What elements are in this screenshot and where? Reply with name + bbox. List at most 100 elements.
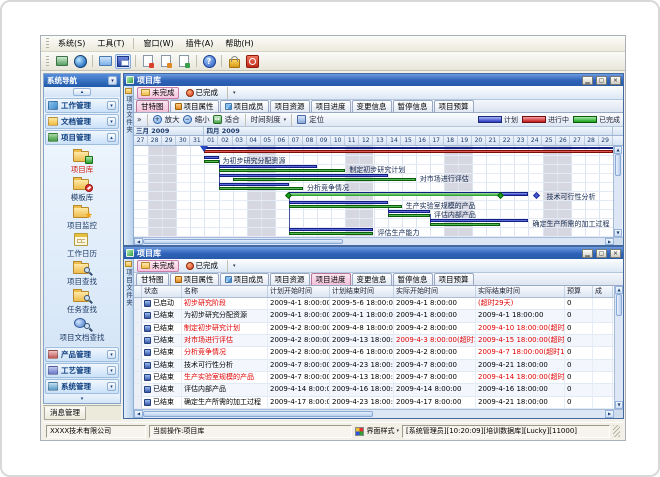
scroll-up-button[interactable]: ▲	[614, 146, 622, 154]
group-chevron-icon[interactable]: ▾	[107, 117, 116, 126]
top-close-button[interactable]: ×	[610, 76, 621, 85]
top-unfinished-filter-button[interactable]: 未完成	[137, 87, 179, 99]
gantt-complete-bar-7[interactable]	[388, 214, 430, 217]
bottom-minimize-button[interactable]: ▁	[582, 249, 593, 258]
sidebar-item-project-monitor[interactable]: ★项目监控	[67, 204, 97, 231]
project-folder-strip[interactable]: 项目文件夹	[124, 259, 134, 418]
sidebar-item-work-calendar[interactable]: 工作日历	[67, 232, 97, 259]
top-tab-2[interactable]: 项目属性	[170, 100, 219, 112]
sidebar-group-project[interactable]: 项目管理▴	[45, 130, 119, 145]
zoom-in-button[interactable]: 放大	[165, 114, 180, 125]
table-row-1[interactable]: 已启动初步研究阶段2009-4-1 8:00:002009-5-6 18:00:…	[134, 298, 614, 310]
gantt-plan-bar-1[interactable]	[204, 156, 218, 159]
sidebar-scroll-up-button[interactable]: ▴	[73, 88, 91, 96]
bottom-window-titlebar[interactable]: 项目库 ▁ ▢ ×	[124, 247, 623, 259]
top-tab-5[interactable]: 项目进度	[311, 100, 351, 112]
group-chevron-icon[interactable]: ▾	[107, 350, 116, 359]
table-row-7[interactable]: 已结束生产实验室规模的产品2009-4-7 8:00:002009-4-13 1…	[134, 372, 614, 384]
scroll-up-button[interactable]: ▲	[615, 286, 623, 294]
menu-grip[interactable]	[46, 38, 49, 49]
top-tab-6[interactable]: 变更信息	[352, 100, 392, 112]
help-icon[interactable]	[201, 54, 217, 69]
more-tools-button[interactable]: »	[137, 115, 142, 124]
bottom-close-button[interactable]: ×	[610, 249, 621, 258]
bottom-unfinished-filter-button[interactable]: 未完成	[137, 260, 179, 272]
gantt-complete-bar-4[interactable]	[219, 187, 304, 190]
gantt-plan-bar-2[interactable]	[219, 165, 318, 168]
bottom-filter-dropdown-button[interactable]: ▾	[233, 263, 236, 269]
scroll-down-button[interactable]: ▼	[614, 229, 622, 237]
gantt-complete-bar-8[interactable]	[430, 223, 500, 226]
tab-message-management[interactable]: 消息管理	[44, 407, 86, 420]
save-icon[interactable]	[115, 54, 131, 69]
menu-item-5[interactable]: 帮助(H)	[219, 36, 259, 51]
scroll-track[interactable]	[614, 176, 622, 229]
sidebar-group-work[interactable]: 工作管理▾	[45, 98, 119, 113]
menu-item-2[interactable]: 工具(T)	[91, 36, 130, 51]
sidebar-scroll-down-button[interactable]: ▾	[44, 394, 120, 403]
gantt-complete-bar-1[interactable]	[204, 160, 218, 163]
fit-icon[interactable]: ↔	[213, 115, 222, 124]
sidebar-item-project-search[interactable]: 项目查找	[67, 260, 97, 287]
menu-item-1[interactable]: 系统(S)	[52, 36, 91, 51]
group-chevron-icon[interactable]: ▾	[107, 101, 116, 110]
bottom-tab-5[interactable]: 项目进度	[311, 273, 351, 285]
gantt-plan-bar-8[interactable]	[430, 219, 529, 222]
exit-icon[interactable]	[244, 54, 260, 69]
interface-style-dropdown[interactable]: 界面样式 ▾	[355, 426, 399, 436]
scroll-thumb[interactable]	[143, 411, 373, 417]
table-row-8[interactable]: 已结束评估内部产品2009-4-14 8:00:002009-4-16 18:0…	[134, 384, 614, 396]
table-row-3[interactable]: 已结束制定初步研究计划2009-4-2 8:00:002009-4-8 18:0…	[134, 323, 614, 335]
toolbar-grip[interactable]	[46, 56, 49, 67]
bottom-tab-2[interactable]: 项目属性	[170, 273, 219, 285]
sidebar-item-project-doc-search[interactable]: 项目文档查找	[60, 316, 105, 343]
top-maximize-button[interactable]: ▢	[596, 76, 607, 85]
timescale-dropdown[interactable]: 时间刻度	[251, 114, 281, 125]
project-folder-strip[interactable]: 项目文件夹	[124, 86, 134, 245]
sidebar-pin-button[interactable]: ▾	[108, 76, 117, 85]
sidebar-group-craft[interactable]: 工艺管理▾	[45, 363, 119, 378]
group-chevron-icon[interactable]: ▴	[107, 133, 116, 142]
gantt-complete-bar-9[interactable]	[289, 232, 374, 235]
gantt-plan-bar-9[interactable]	[289, 228, 374, 231]
gantt-plan-bar-0[interactable]	[204, 147, 613, 149]
gantt-inprogress-bar-0[interactable]	[204, 150, 613, 153]
sidebar-item-task-search[interactable]: 任务查找	[67, 288, 97, 315]
sidebar-group-system[interactable]: 系统管理▾	[45, 379, 119, 394]
gantt-plan-bar-4[interactable]	[219, 183, 289, 186]
top-tab-7[interactable]: 暂停信息	[393, 100, 433, 112]
bottom-maximize-button[interactable]: ▢	[596, 249, 607, 258]
zoom-in-icon[interactable]: +	[153, 115, 162, 124]
bottom-finished-filter-button[interactable]: 已完成	[182, 260, 223, 272]
zoom-out-button[interactable]: 缩小	[195, 114, 210, 125]
sidebar-group-product[interactable]: 产品管理▾	[45, 347, 119, 362]
gantt-complete-bar-3[interactable]	[233, 178, 416, 181]
top-window-titlebar[interactable]: 项目库 ▁ ▢ ×	[124, 74, 623, 86]
export-doc-icon[interactable]	[158, 54, 174, 69]
bottom-tab-3[interactable]: 项目成员	[220, 273, 269, 285]
locate-button[interactable]: 定位	[309, 114, 324, 125]
scroll-left-button[interactable]: ◀	[134, 410, 143, 418]
gantt-plan-bar-6[interactable]	[289, 201, 388, 204]
scroll-left-button[interactable]: ◀	[134, 238, 143, 245]
bottom-tab-8[interactable]: 项目预算	[434, 273, 474, 285]
table-row-2[interactable]: 已结束为初步研究分配资源2009-4-1 8:00:002009-4-1 18:…	[134, 310, 614, 322]
gantt-complete-bar-6[interactable]	[289, 205, 402, 208]
sidebar-item-project-library[interactable]: 项目库	[71, 148, 94, 175]
open-folder-icon[interactable]	[97, 54, 113, 69]
table-row-6[interactable]: 已结束技术可行性分析2009-4-7 8:00:002009-4-23 18:0…	[134, 360, 614, 372]
lock-icon[interactable]	[226, 54, 242, 69]
scroll-right-button[interactable]: ▶	[605, 238, 614, 245]
scroll-track[interactable]	[615, 316, 623, 401]
menu-item-3[interactable]: 窗口(W)	[137, 36, 179, 51]
table-row-4[interactable]: 已结束对市场进行评估2009-4-2 8:00:002009-4-13 18:0…	[134, 335, 614, 347]
network-globe-icon[interactable]	[72, 54, 88, 69]
gantt-complete-bar-2[interactable]	[219, 169, 346, 172]
gantt-vertical-scrollbar[interactable]: ▲ ▼	[613, 146, 622, 237]
bottom-tab-1[interactable]: 甘特图	[136, 273, 169, 285]
top-tab-8[interactable]: 项目预算	[434, 100, 474, 112]
top-filter-dropdown-button[interactable]: ▾	[233, 90, 236, 96]
group-chevron-icon[interactable]: ▾	[107, 366, 116, 375]
report-doc-icon[interactable]	[140, 54, 156, 69]
gantt-horizontal-scrollbar[interactable]: ◀ ▶	[134, 237, 623, 245]
